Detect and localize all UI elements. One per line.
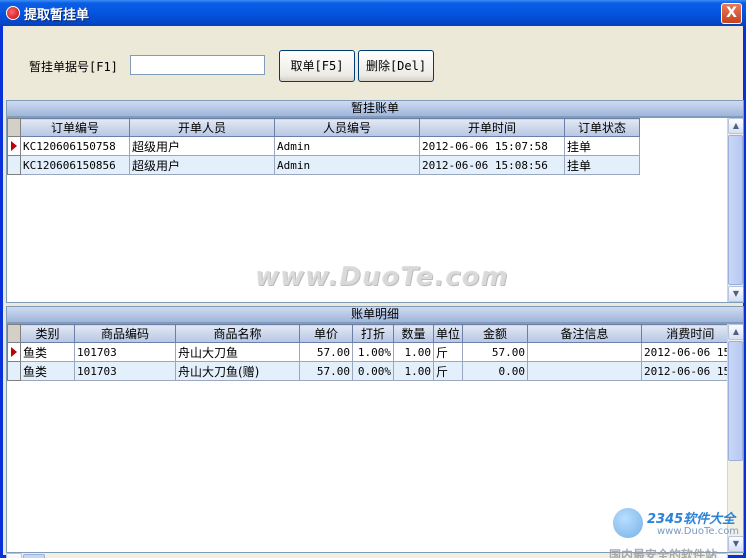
scroll-thumb[interactable]	[23, 554, 45, 558]
table-cell: 2012-06-06 15:07:58	[419, 136, 565, 156]
column-header[interactable]: 人员编号	[274, 118, 420, 137]
scroll-up-icon[interactable]: ▲	[728, 118, 743, 134]
scroll-up-icon[interactable]: ▲	[728, 324, 743, 340]
current-row-arrow-icon	[11, 347, 17, 357]
table-row[interactable]: 鱼类 101703 舟山大刀鱼(赠) 57.00 0.00% 1.00 斤 0.00 2012-…	[7, 361, 740, 381]
table-cell: KC120606150856	[20, 155, 130, 175]
bill-number-input[interactable]	[130, 55, 265, 75]
table-cell	[527, 361, 643, 381]
bill-details-header: 账单明细	[6, 306, 744, 323]
table-cell	[527, 342, 643, 362]
table-cell: 2012-06-06 15:	[641, 361, 740, 381]
column-header[interactable]: 订单状态	[564, 118, 640, 137]
scroll-thumb[interactable]	[728, 135, 743, 285]
brand-watermark: 2345软件大全 www.DuoTe.com 国内最安全的软件站	[609, 504, 746, 558]
table-cell: 101703	[74, 342, 176, 362]
table-cell: 0.00	[462, 361, 529, 381]
table-cell: 101703	[74, 361, 176, 381]
window-title: 提取暂挂单	[24, 8, 90, 23]
table-cell: 57.00	[299, 342, 353, 362]
row-indicator[interactable]	[7, 342, 21, 362]
scroll-left-icon[interactable]: ◀	[6, 553, 22, 558]
table-cell: 0.00%	[352, 361, 394, 381]
pending-bills-header: 暂挂账单	[6, 100, 744, 117]
scroll-down-icon[interactable]: ▼	[728, 286, 743, 302]
table-cell: 1.00%	[352, 342, 394, 362]
scroll-thumb[interactable]	[728, 341, 743, 461]
table-cell: 斤	[432, 361, 464, 381]
table-cell: 鱼类	[20, 361, 75, 381]
row-indicator[interactable]	[7, 361, 21, 381]
table-cell: 鱼类	[20, 342, 75, 362]
bill-number-label: 暂挂单据号[F1]	[29, 60, 118, 74]
pending-bills-table: 订单编号 开单人员 人员编号 开单时间 订单状态 KC120606150758 超级用户 A…	[7, 118, 640, 175]
table-cell: 挂单	[564, 136, 640, 156]
table-cell: 57.00	[299, 361, 353, 381]
brand-text: 2345软件大全	[647, 512, 736, 527]
column-header[interactable]: 打折	[352, 324, 394, 343]
table-cell: 挂单	[564, 155, 640, 175]
table-cell: 2012-06-06 15:	[641, 342, 740, 362]
table-cell: 斤	[432, 342, 464, 362]
row-indicator-header	[7, 324, 21, 343]
brand-tagline: 国内最安全的软件站	[609, 548, 718, 558]
table-cell: 舟山大刀鱼(赠)	[175, 361, 300, 381]
bill-details-table: 类别 商品编码 商品名称 单价 打折 数量 单位 金额 备注信息 消费时间 鱼类 101703 舟山大…	[7, 324, 740, 381]
column-header[interactable]: 数量	[393, 324, 434, 343]
dialog-window: 提取暂挂单 X 暂挂单据号[F1] 取单[F5] 删除[Del] 暂挂账单 订单…	[0, 0, 746, 558]
column-header[interactable]: 消费时间	[641, 324, 740, 343]
column-header[interactable]: 开单时间	[419, 118, 565, 137]
column-header[interactable]: 订单编号	[20, 118, 130, 137]
watermark: www.DuoTe.com	[255, 262, 509, 292]
delete-bill-button[interactable]: 删除[Del]	[358, 50, 434, 82]
table-cell: 2012-06-06 15:08:56	[419, 155, 565, 175]
mascot-icon	[613, 508, 643, 538]
table-cell: KC120606150758	[20, 136, 130, 156]
column-header[interactable]: 备注信息	[527, 324, 643, 343]
table-row[interactable]: KC120606150856 超级用户 Admin 2012-06-06 15:08:…	[7, 155, 640, 175]
table-cell: 1.00	[393, 342, 434, 362]
column-header[interactable]: 开单人员	[129, 118, 275, 137]
close-button[interactable]: X	[721, 3, 742, 24]
table-cell: 1.00	[393, 361, 434, 381]
row-indicator[interactable]	[7, 136, 21, 156]
column-header[interactable]: 商品名称	[175, 324, 300, 343]
current-row-arrow-icon	[11, 141, 17, 151]
app-icon	[6, 6, 20, 20]
pending-bills-vscroll[interactable]: ▲ ▼	[727, 118, 743, 302]
take-bill-button[interactable]: 取单[F5]	[279, 50, 355, 82]
table-cell: Admin	[274, 155, 420, 175]
table-row[interactable]: KC120606150758 超级用户 Admin 2012-06-06 15:07:…	[7, 136, 640, 156]
column-header[interactable]: 单位	[432, 324, 464, 343]
table-cell: 超级用户	[129, 136, 275, 156]
table-cell: 舟山大刀鱼	[175, 342, 300, 362]
column-header[interactable]: 金额	[462, 324, 529, 343]
column-header[interactable]: 单价	[299, 324, 353, 343]
table-row[interactable]: 鱼类 101703 舟山大刀鱼 57.00 1.00% 1.00 斤 57.00 2012-06…	[7, 342, 740, 362]
title-bar[interactable]: 提取暂挂单 X	[0, 0, 746, 26]
brand-url: www.DuoTe.com	[657, 526, 740, 537]
table-cell: 超级用户	[129, 155, 275, 175]
row-indicator[interactable]	[7, 155, 21, 175]
column-header[interactable]: 商品编码	[74, 324, 176, 343]
column-header[interactable]: 类别	[20, 324, 75, 343]
table-cell: 57.00	[462, 342, 529, 362]
table-cell: Admin	[274, 136, 420, 156]
dialog-body: 暂挂单据号[F1] 取单[F5] 删除[Del] 暂挂账单 订单编号 开单人员 人员…	[3, 26, 746, 558]
row-indicator-header	[7, 118, 21, 137]
